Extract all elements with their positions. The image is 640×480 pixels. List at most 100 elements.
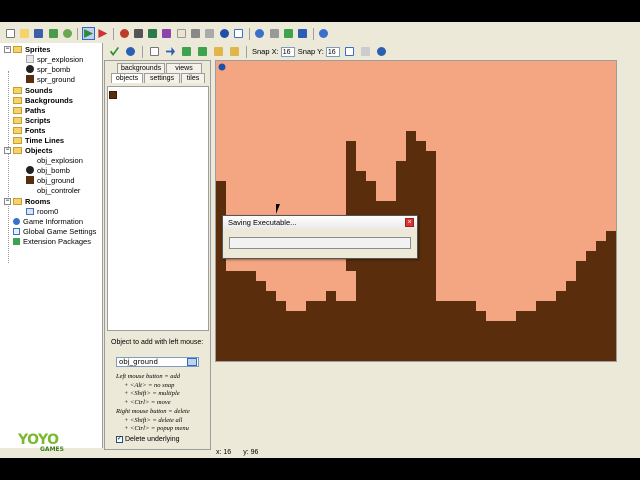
tree-item-sprite[interactable]: spr_bomb: [26, 64, 70, 74]
tab-tiles[interactable]: tiles: [181, 73, 205, 83]
ok-check-icon[interactable]: [108, 45, 121, 58]
tree-folder-scripts[interactable]: Scripts: [13, 115, 50, 125]
delete-underlying-checkbox-row[interactable]: ✓ Delete underlying: [116, 436, 179, 443]
tree-label: obj_controler: [37, 185, 81, 195]
object-icon[interactable]: [218, 27, 230, 40]
toolbar-separator: [142, 45, 143, 58]
snap-y-label: Snap Y:: [297, 47, 324, 56]
tree-label: Fonts: [25, 125, 46, 135]
lock-icon[interactable]: [212, 45, 225, 58]
debug-icon[interactable]: [97, 27, 109, 40]
sort-x-icon[interactable]: [180, 45, 193, 58]
settings-icon[interactable]: [268, 27, 280, 40]
tab-backgrounds[interactable]: backgrounds: [117, 63, 165, 73]
sprite-icon[interactable]: [118, 27, 130, 40]
zoom-icon[interactable]: [375, 45, 388, 58]
folder-icon: [13, 45, 22, 53]
manual-icon[interactable]: [296, 27, 308, 40]
tree-item-object[interactable]: obj_bomb: [26, 165, 70, 175]
dialog-title: Saving Executable...: [228, 218, 297, 227]
undo-icon[interactable]: [124, 45, 137, 58]
tree-folder-sounds[interactable]: Sounds: [13, 85, 53, 95]
dialog-titlebar: Saving Executable... ×: [223, 216, 417, 229]
help-line: Right mouse button = delete: [116, 407, 190, 415]
shift-icon[interactable]: [164, 45, 177, 58]
checkbox-checked-icon[interactable]: ✓: [116, 436, 123, 443]
room-icon[interactable]: [232, 27, 244, 40]
tree-folder-objects[interactable]: − Objects: [4, 145, 53, 155]
tree-label: Paths: [25, 105, 46, 115]
tree-item-object[interactable]: obj_ground: [26, 175, 75, 185]
tree-folder-paths[interactable]: Paths: [13, 105, 45, 115]
close-icon[interactable]: ×: [405, 218, 414, 227]
help-line: + <Shift> = delete all: [124, 416, 183, 424]
logo-subtext: GAMES: [40, 446, 64, 453]
path-icon[interactable]: [161, 27, 173, 40]
create-exe-icon[interactable]: [47, 27, 59, 40]
font-icon[interactable]: [189, 27, 201, 40]
object-menu-button[interactable]: [187, 358, 197, 366]
help-line: Left mouse button = add: [116, 373, 180, 380]
run-icon[interactable]: [82, 27, 95, 40]
sound-icon[interactable]: [132, 27, 144, 40]
tree-item-object[interactable]: obj_explosion: [26, 155, 83, 165]
tree-label: obj_ground: [37, 175, 75, 185]
mouse-cursor-icon: [276, 204, 284, 214]
clear-icon[interactable]: [148, 45, 161, 58]
tree-item-extensions[interactable]: Extension Packages: [13, 236, 91, 246]
background-icon[interactable]: [147, 27, 159, 40]
snap-y-input[interactable]: 16: [325, 46, 340, 57]
saving-executable-dialog: Saving Executable... ×: [222, 215, 418, 259]
publish-icon[interactable]: [61, 27, 73, 40]
tree-item-room[interactable]: room0: [26, 206, 58, 216]
tree-label: Scripts: [25, 115, 51, 125]
extensions-icon[interactable]: [282, 27, 294, 40]
snap-x-input[interactable]: 16: [280, 46, 295, 57]
tree-folder-sprites[interactable]: − Sprites: [4, 44, 50, 54]
tabs-top-row: backgrounds views: [117, 63, 203, 73]
tree-label: Sprites: [25, 44, 51, 54]
tree-folder-backgrounds[interactable]: Backgrounds: [13, 95, 73, 105]
checkbox-icon: [13, 227, 20, 235]
object-to-add-label: Object to add with left mouse:: [111, 339, 204, 346]
tree-folder-fonts[interactable]: Fonts: [13, 125, 45, 135]
help-icon[interactable]: [318, 27, 330, 40]
tree-item-global-settings[interactable]: Global Game Settings: [13, 226, 96, 236]
collapse-icon[interactable]: −: [4, 197, 11, 205]
tree-item-game-info[interactable]: Game Information: [13, 216, 83, 226]
mouse-help-text: Left mouse button = add + <Alt> = no sna…: [116, 373, 211, 434]
open-icon[interactable]: [18, 27, 30, 40]
script-icon[interactable]: [175, 27, 187, 40]
tree-item-sprite[interactable]: spr_explosion: [26, 54, 83, 64]
tree-item-sprite[interactable]: spr_ground: [26, 74, 75, 84]
tab-settings[interactable]: settings: [144, 73, 180, 83]
help-line: + <Shift> = multiple: [124, 390, 180, 398]
collapse-icon[interactable]: −: [4, 45, 11, 53]
tree-label: spr_bomb: [37, 64, 71, 74]
game-info-icon[interactable]: [254, 27, 266, 40]
grid-icon[interactable]: [343, 45, 356, 58]
tree-label: obj_explosion: [37, 155, 83, 165]
tab-views[interactable]: views: [166, 63, 202, 73]
snap-y: Snap Y: 16: [297, 46, 340, 57]
info-icon: [13, 217, 20, 225]
unlock-icon[interactable]: [228, 45, 241, 58]
status-x: x: 16: [216, 448, 232, 456]
tree-folder-timelines[interactable]: Time Lines: [13, 135, 64, 145]
tree-folder-rooms[interactable]: − Rooms: [4, 196, 50, 206]
progress-bar: [229, 237, 411, 249]
tree-item-object[interactable]: obj_controler: [26, 185, 80, 195]
status-bar: x: 16 y: 96: [210, 446, 640, 458]
help-line: + <Alt> = no snap: [124, 381, 175, 389]
isometric-icon[interactable]: [359, 45, 372, 58]
save-icon[interactable]: [33, 27, 45, 40]
tab-objects[interactable]: objects: [111, 73, 143, 83]
collapse-icon[interactable]: −: [4, 146, 11, 154]
help-line: + <Ctrl> = popup menu: [124, 425, 189, 433]
new-icon[interactable]: [4, 27, 16, 40]
status-y: y: 96: [243, 448, 259, 456]
timeline-icon[interactable]: [204, 27, 216, 40]
tree-label: Objects: [25, 145, 53, 155]
bomb-icon: [26, 65, 34, 73]
sort-y-icon[interactable]: [196, 45, 209, 58]
